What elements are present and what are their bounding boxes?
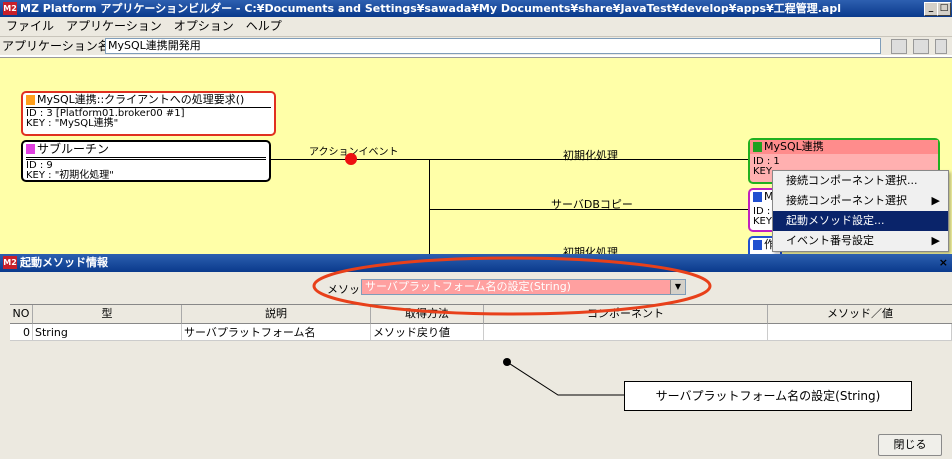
callout-box: サーバプラットフォーム名の設定(String): [624, 381, 912, 411]
subroutine-node-title: サブルーチン: [37, 142, 110, 156]
branch-label-init-2: 初期化処理: [563, 246, 618, 254]
cell-no[interactable]: 0: [10, 324, 33, 341]
app-logo-icon: M2: [3, 256, 17, 269]
subroutine-node-key: KEY : "初期化処理": [26, 170, 114, 181]
menu-bar: ファイル アプリケーション オプション ヘルプ: [0, 17, 952, 37]
app-name-field[interactable]: MySQL連携開発用: [105, 38, 881, 54]
panel-title: 起動メソッド情報: [20, 256, 108, 269]
branch-label-init: 初期化処理: [563, 149, 618, 162]
ctx-item-select-component[interactable]: 接続コンポーネント選択...: [773, 171, 948, 191]
window-title-bar: M2 MZ Platform アプリケーションビルダー - C:¥Document…: [0, 0, 952, 17]
app-name-row: アプリケーション名称 MySQL連携開発用: [0, 37, 952, 55]
ctx-item-launch-method[interactable]: 起動メソッド設定...: [773, 211, 948, 231]
app-name-label: アプリケーション名称: [2, 39, 122, 53]
restore-button[interactable]: □: [937, 2, 951, 16]
ctx-item-select-component-sub[interactable]: 接続コンポーネント選択 ▶: [773, 191, 948, 211]
chevron-right-icon: ▶: [931, 234, 940, 247]
component-icon: [753, 240, 762, 250]
cell-method[interactable]: メソッド戻り値: [371, 324, 484, 341]
toolbar-icon-3[interactable]: [935, 39, 947, 54]
event-dot[interactable]: [345, 153, 357, 165]
toolbar-icon-2[interactable]: [913, 39, 929, 54]
method-table: NO 型 説明 取得方法 コンポーネント メソッド／値 0 String サーバ…: [10, 304, 952, 431]
col-method[interactable]: 取得方法: [371, 305, 484, 324]
window-title: MZ Platform アプリケーションビルダー - C:¥Documents …: [20, 2, 841, 15]
branch-wire: [429, 159, 430, 254]
launch-method-panel: メソッド サーバプラットフォーム名の設定(String) ▼ NO 型 説明 取…: [0, 272, 952, 459]
cell-value[interactable]: [768, 324, 952, 341]
node-2-key: KEY: [753, 216, 772, 227]
divider: [26, 159, 266, 160]
branch-label-copy: サーバDBコピー: [551, 198, 633, 211]
ctx-item-event-number[interactable]: イベント番号設定 ▶: [773, 231, 948, 251]
cell-component[interactable]: [484, 324, 768, 341]
subroutine-node-info: ID : 9 KEY : "初期化処理": [26, 161, 114, 181]
menu-file[interactable]: ファイル: [0, 17, 60, 36]
request-node-title: MySQL連携::クライアントへの処理要求(): [37, 93, 245, 106]
close-button[interactable]: 閉じる: [878, 434, 942, 456]
component-icon: [753, 142, 762, 152]
context-menu: 接続コンポーネント選択... 接続コンポーネント選択 ▶ 起動メソッド設定... …: [772, 170, 949, 252]
component-icon: [26, 95, 35, 105]
cell-type[interactable]: String: [33, 324, 182, 341]
request-node-info: ID : 3 [Platform01.broker00 #1] KEY : "M…: [26, 109, 185, 129]
app-logo-icon: M2: [3, 2, 17, 15]
method-select[interactable]: サーバプラットフォーム名の設定(String) ▼: [361, 279, 686, 295]
request-node[interactable]: MySQL連携::クライアントへの処理要求() ID : 3 [Platform…: [21, 91, 276, 136]
col-no[interactable]: NO: [10, 305, 33, 324]
method-select-value: サーバプラットフォーム名の設定(String): [365, 280, 571, 293]
subroutine-node[interactable]: サブルーチン ID : 9 KEY : "初期化処理": [21, 140, 271, 182]
col-component[interactable]: コンポーネント: [484, 305, 768, 324]
chevron-right-icon: ▶: [931, 194, 940, 207]
minimize-button[interactable]: _: [924, 2, 938, 16]
toolbar-icon-1[interactable]: [891, 39, 907, 54]
subroutine-icon: [26, 144, 35, 154]
mysql-node-title: MySQL連携: [750, 140, 938, 154]
chevron-down-icon[interactable]: ▼: [670, 280, 685, 294]
col-type[interactable]: 型: [33, 305, 182, 324]
menu-application[interactable]: アプリケーション: [60, 17, 168, 36]
node-2-info: ID : KEY: [753, 207, 772, 227]
col-value[interactable]: メソッド／値: [768, 305, 952, 324]
close-icon[interactable]: ×: [939, 254, 948, 272]
component-icon: [753, 192, 762, 202]
col-desc[interactable]: 説明: [182, 305, 371, 324]
request-node-key: KEY : "MySQL連携": [26, 118, 119, 129]
divider: [26, 157, 266, 158]
menu-options[interactable]: オプション: [168, 17, 240, 36]
panel-title-bar: M2 起動メソッド情報 ×: [0, 254, 952, 272]
cell-desc[interactable]: サーバプラットフォーム名: [182, 324, 371, 341]
menu-help[interactable]: ヘルプ: [240, 17, 288, 36]
